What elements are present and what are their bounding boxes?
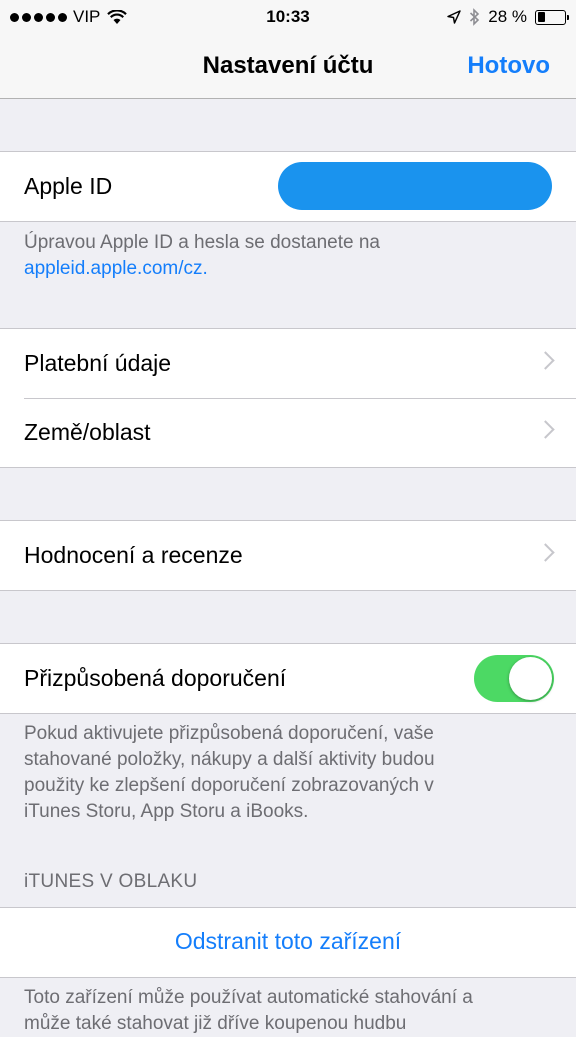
apple-id-group: Apple ID: [0, 151, 576, 222]
status-bar: VIP 10:33 28 %: [0, 0, 576, 40]
remove-device-button[interactable]: Odstranit toto zařízení: [0, 928, 576, 955]
personalized-recommendations-label: Přizpůsobená doporučení: [24, 665, 287, 691]
itunes-cloud-footer: Toto zařízení může používat automatické …: [24, 985, 554, 1037]
battery-icon: [535, 9, 569, 25]
recommendations-footer-line: iTunes Storu, App Storu a iBooks.: [24, 801, 309, 822]
status-right: 28 %: [447, 7, 569, 27]
itunes-cloud-group: Odstranit toto zařízení: [0, 907, 576, 978]
apple-id-value-redacted: [278, 162, 552, 210]
done-button[interactable]: Hotovo: [467, 52, 550, 80]
payment-info-row[interactable]: Platební údaje: [0, 329, 576, 398]
remove-device-row[interactable]: Odstranit toto zařízení: [0, 908, 576, 977]
country-region-row[interactable]: Země/oblast: [0, 398, 576, 467]
recommendations-group: Přizpůsobená doporučení: [0, 643, 576, 714]
apple-id-footer: Úpravou Apple ID a hesla se dostanete na…: [24, 230, 554, 282]
account-group: Platební údaje Země/oblast: [0, 328, 576, 468]
battery-level: [537, 12, 545, 22]
recommendations-footer-line: použity ke zlepšení doporučení zobrazova…: [24, 775, 434, 796]
location-arrow-icon: [447, 10, 461, 24]
itunes-cloud-footer-line: Toto zařízení může používat automatické …: [24, 987, 473, 1008]
apple-id-link[interactable]: appleid.apple.com/cz.: [24, 258, 208, 279]
personalized-recommendations-row: Přizpůsobená doporučení: [0, 644, 576, 713]
toggle-knob[interactable]: [509, 657, 552, 700]
recommendations-footer-line: stahované položky, nákupy a další aktivi…: [24, 749, 435, 770]
ratings-reviews-label: Hodnocení a recenze: [24, 542, 243, 568]
country-region-label: Země/oblast: [24, 419, 151, 445]
bluetooth-icon: [470, 8, 480, 26]
personalized-recommendations-toggle[interactable]: [474, 655, 554, 702]
chevron-right-icon: [536, 543, 555, 562]
recommendations-footer: Pokud aktivujete přizpůsobená doporučení…: [24, 721, 554, 825]
apple-id-row[interactable]: Apple ID: [0, 152, 576, 221]
recommendations-footer-line: Pokud aktivujete přizpůsobená doporučení…: [24, 723, 434, 744]
itunes-cloud-section-header: iTUNES V OBLAKU: [24, 871, 198, 892]
apple-id-label: Apple ID: [24, 173, 113, 199]
ratings-group: Hodnocení a recenze: [0, 520, 576, 591]
chevron-right-icon: [536, 420, 555, 439]
payment-info-label: Platební údaje: [24, 350, 172, 376]
chevron-right-icon: [536, 351, 555, 370]
battery-percent: 28 %: [488, 7, 527, 26]
apple-id-footer-text: Úpravou Apple ID a hesla se dostanete na: [24, 232, 380, 253]
ratings-reviews-row[interactable]: Hodnocení a recenze: [0, 521, 576, 590]
navigation-bar: Nastavení účtu Hotovo: [0, 40, 576, 99]
